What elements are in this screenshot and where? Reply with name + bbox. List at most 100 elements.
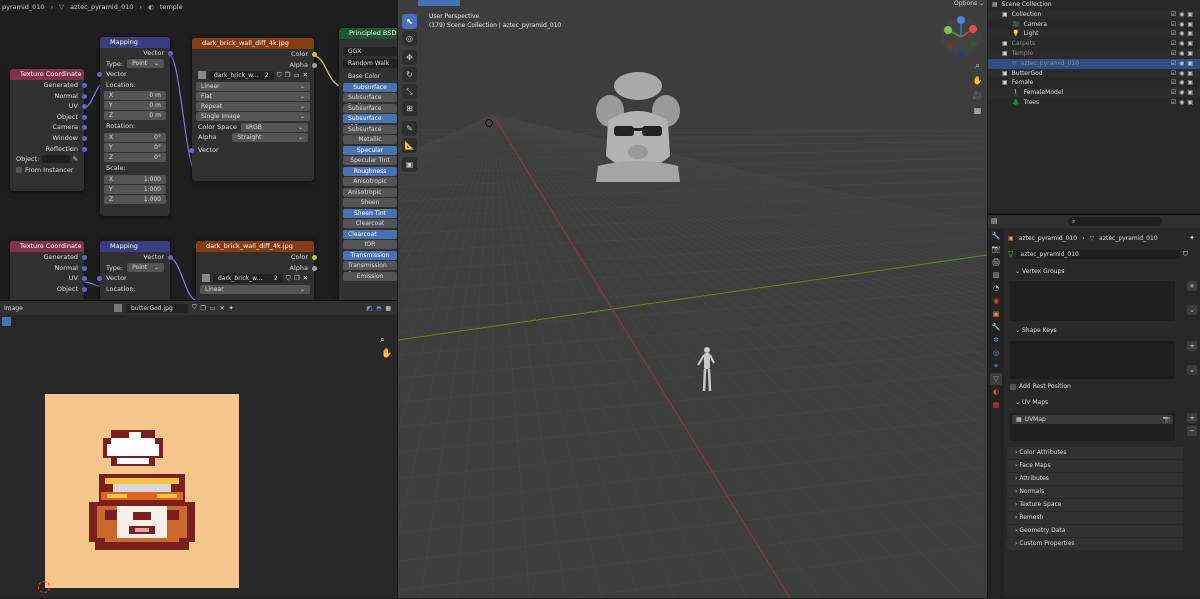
visibility-toggle-icon[interactable]: ☑◉▣ [1171, 98, 1196, 108]
bsdf-input-subsurface-radius[interactable]: Subsurface Radius [343, 93, 397, 110]
panel-face-maps[interactable]: › Face Maps [1007, 460, 1183, 472]
distribution-dropdown[interactable]: GGX [343, 47, 397, 56]
breadcrumb-item[interactable]: aztec_pyramid_010 [70, 3, 133, 11]
rotation-y-field[interactable]: Y 0° [104, 142, 166, 152]
location-y-field[interactable]: Y0 m [104, 101, 166, 111]
node-header[interactable]: Principled BSDF [339, 28, 397, 39]
options-menu[interactable]: Options ⌄ [954, 0, 984, 7]
tool-tab-icon[interactable]: 🔧 [990, 230, 1002, 242]
editor-mode-label[interactable]: Image [4, 305, 110, 312]
bsdf-input-subsurface[interactable]: Subsurface [343, 82, 397, 92]
shape-keys-list[interactable] [1010, 341, 1175, 379]
visibility-toggle-icon[interactable]: ☑◉▣ [1171, 69, 1196, 79]
move-tool[interactable]: ✥ [402, 50, 417, 65]
uv-maps-panel[interactable]: ⌄ UV Maps [1007, 397, 1183, 409]
outliner-row[interactable]: ▣ Carpets ☑◉▣ [988, 39, 1200, 49]
folder-icon[interactable]: ▭ [210, 305, 216, 312]
fake-user-icon[interactable]: ⛉ [277, 70, 282, 81]
bsdf-input-transmission[interactable]: Transmission [343, 250, 397, 260]
mapping-node[interactable]: Mapping Vector Type: Point ⌄ Vector Locati… [97, 241, 173, 300]
image-browse-icon[interactable] [114, 304, 122, 312]
select-box-tool[interactable]: ⬉ [402, 14, 417, 29]
camera-view-icon[interactable]: 🎥 [970, 88, 985, 103]
outliner-row[interactable]: 🚶 FemaleModel ☑◉▣ [988, 88, 1200, 98]
uv-map-item[interactable]: ▦ UVMap 📷 [1012, 415, 1173, 424]
copy-icon[interactable]: ❐ [294, 273, 300, 284]
node-header[interactable]: Texture Coordinate [10, 69, 84, 80]
bsdf-input-subsurface-ior[interactable]: Subsurface IOR [343, 114, 397, 131]
vertex-groups-list[interactable] [1010, 281, 1175, 321]
2d-cursor-icon[interactable] [38, 581, 50, 593]
bsdf-input-anisotropic-rotat[interactable]: Anisotropic Rotat [343, 187, 397, 205]
3d-viewport[interactable]: ⬉ ◎ ✥ ↻ ⤡ ⊞ ✎ 📐 ▣ User Perspective (179)… [398, 0, 987, 598]
vertex-group-menu-button[interactable]: ⌄ [1187, 305, 1197, 315]
mesh-datablock-field[interactable]: ▽ aztec_pyramid_010 ⛉ [1008, 249, 1188, 259]
color-space-dropdown[interactable]: sRGB ⌄ [240, 122, 308, 132]
outliner-row[interactable]: 🎥 Camera ☑◉▣ [988, 20, 1200, 30]
breadcrumb-item[interactable]: temple [160, 3, 183, 11]
outliner-row[interactable]: ▽ aztec_pyramid_010 ☑◉▣ [988, 58, 1200, 69]
visibility-toggle-icon[interactable]: ☑◉▣ [1171, 20, 1196, 30]
node-header[interactable]: dark_brick_wall_diff_4k.jpg [196, 241, 314, 252]
texture-tab-icon[interactable]: ▦ [990, 399, 1002, 411]
panel-custom-properties[interactable]: › Custom Properties [1007, 538, 1183, 550]
visibility-toggle-icon[interactable]: ☑◉▣ [1171, 78, 1196, 88]
outliner-row[interactable]: ▣ Female ☑◉▣ [988, 78, 1200, 88]
physics-tab-icon[interactable]: ◎ [990, 347, 1002, 359]
cursor-tool[interactable]: ◎ [402, 31, 417, 46]
output-tab-icon[interactable]: 🖨 [990, 256, 1002, 268]
search-field[interactable]: ⌕ [1068, 217, 1162, 226]
world-tab-icon[interactable]: ◉ [990, 295, 1002, 307]
annotate-tool[interactable]: ✎ [402, 121, 417, 136]
bsdf-input-ior[interactable]: IOR [343, 240, 397, 249]
location-z-field[interactable]: Z0 m [104, 111, 166, 121]
scene-tab-icon[interactable]: ◔ [990, 282, 1002, 294]
object-field[interactable] [42, 155, 70, 164]
fake-user-icon[interactable]: ⛉ [192, 304, 197, 312]
view-settings-icon[interactable]: ▦ [385, 305, 391, 312]
visibility-toggle-icon[interactable]: ☑◉▣ [1171, 10, 1196, 20]
texture-coordinate-node[interactable]: Texture Coordinate Generated Normal UV O… [10, 241, 87, 300]
source-dropdown[interactable]: Single Image ⌄ [196, 111, 310, 121]
render-tab-icon[interactable]: 📷 [990, 243, 1002, 255]
principled-bsdf-node[interactable]: Principled BSDF GGX Random Walk Base Col… [339, 28, 397, 300]
image-texture-node[interactable]: dark_brick_wall_diff_4k.jpg Color Alpha … [189, 38, 317, 181]
projection-dropdown[interactable]: Flat ⌄ [196, 91, 310, 101]
particles-tab-icon[interactable]: ✲ [990, 334, 1002, 346]
panel-texture-space[interactable]: › Texture Space [1007, 499, 1183, 511]
bsdf-input-base-color[interactable]: Base Color [343, 72, 397, 81]
image-icon[interactable] [198, 71, 206, 80]
node-header[interactable]: dark_brick_wall_diff_4k.jpg [192, 38, 314, 49]
bsdf-input-specular-tint[interactable]: Specular Tint [343, 156, 397, 165]
outliner-row[interactable]: 💡 Light ☑◉▣ [988, 29, 1200, 40]
panel-color-attributes[interactable]: › Color Attributes [1007, 447, 1183, 459]
bsdf-input-transmission-ro[interactable]: Transmission Ro [343, 261, 397, 278]
close-icon[interactable]: ✕ [303, 70, 308, 81]
remove-uv-map-button[interactable]: − [1187, 426, 1197, 436]
add-cube-tool[interactable]: ▣ [402, 157, 417, 172]
add-rest-position-checkbox[interactable]: Add Rest Position [1010, 383, 1071, 390]
bsdf-input-emission[interactable]: Emission [343, 271, 397, 281]
node-header[interactable]: Texture Coordinate [10, 241, 84, 252]
bsdf-input-clearcoat-rough[interactable]: Clearcoat Rough [343, 229, 397, 247]
mapping-type-dropdown[interactable]: Point ⌄ [127, 263, 164, 273]
header-mode-buttons[interactable] [418, 0, 460, 6]
fake-user-icon[interactable]: ⛉ [286, 273, 291, 284]
transform-tool[interactable]: ⊞ [402, 101, 417, 116]
outliner-row[interactable]: ▣ Temple ☑◉▣ [988, 48, 1200, 59]
image-name-field[interactable]: dark_brick_w... 2 [209, 70, 274, 80]
data-tab-icon[interactable]: ▽ [990, 373, 1002, 385]
bsdf-input-anisotropic[interactable]: Anisotropic [343, 177, 397, 186]
mapping-type-dropdown[interactable]: Point ⌄ [127, 59, 164, 69]
rat-chef-statue[interactable] [588, 66, 688, 186]
breadcrumb-item[interactable]: pyramid_010 [2, 3, 45, 11]
measure-tool[interactable]: 📐 [402, 138, 417, 153]
copy-icon[interactable]: ❐ [285, 70, 291, 81]
bsdf-input-sheen-tint[interactable]: Sheen Tint [343, 208, 397, 218]
bsdf-input-sheen[interactable]: Sheen [343, 198, 397, 207]
visibility-toggle-icon[interactable]: ☑◉▣ [1171, 59, 1196, 69]
view-layer-tab-icon[interactable]: ▧ [990, 269, 1002, 281]
perspective-toggle-icon[interactable]: ▦ [970, 103, 985, 118]
image-editor[interactable]: Image butterGod.jpg ⛉ ❐ ▭ ✕ ✦ ◩ ◓ ▦ ⌕ ✋ [0, 300, 397, 598]
panel-geometry-data[interactable]: › Geometry Data [1007, 525, 1183, 537]
